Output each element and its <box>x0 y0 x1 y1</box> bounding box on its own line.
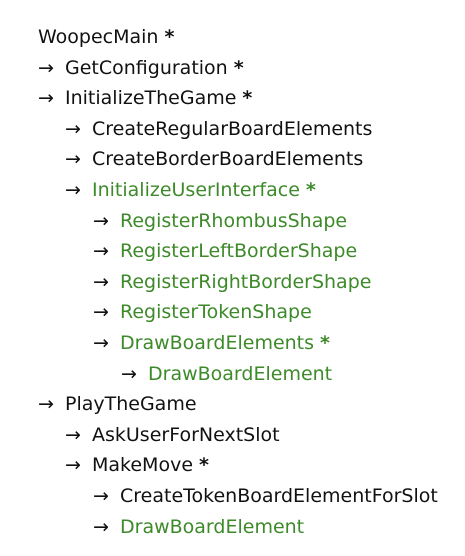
tree-node-label: RegisterRightBorderShape <box>120 270 372 293</box>
arrow-right-icon: → <box>65 423 81 446</box>
tree-node-label: InitializeTheGame <box>65 87 237 110</box>
tree-node-label: PlayTheGame <box>65 393 197 416</box>
arrow-right-icon: → <box>93 209 109 232</box>
tree-node: → RegisterRhombusShape <box>0 206 465 237</box>
tree-node: WoopecMain * <box>0 22 465 53</box>
tree-node-label: AskUserForNextSlot <box>92 423 280 446</box>
tree-node: → CreateBorderBoardElements <box>0 144 465 175</box>
tree-node-label: CreateBorderBoardElements <box>92 148 364 171</box>
arrow-right-icon: → <box>93 484 109 507</box>
tree-node: → RegisterLeftBorderShape <box>0 236 465 267</box>
tree-node: → RegisterRightBorderShape <box>0 267 465 298</box>
expandable-marker: * <box>242 87 253 110</box>
tree-node-label: MakeMove <box>92 454 194 477</box>
arrow-right-icon: → <box>93 270 109 293</box>
expandable-marker: * <box>320 331 330 354</box>
tree-node-label: RegisterRhombusShape <box>120 209 348 232</box>
arrow-right-icon: → <box>65 178 81 201</box>
call-tree: WoopecMain * → GetConfiguration * → Initialize… <box>0 22 465 542</box>
arrow-right-icon: → <box>65 454 81 477</box>
tree-node: → RegisterTokenShape <box>0 297 465 328</box>
tree-node-label: CreateTokenBoardElementForSlot <box>120 484 438 507</box>
tree-node: → PlayTheGame <box>0 389 465 420</box>
arrow-right-icon: → <box>65 148 81 171</box>
tree-node-label: RegisterLeftBorderShape <box>120 240 358 263</box>
tree-node: → CreateRegularBoardElements <box>0 114 465 145</box>
arrow-right-icon: → <box>38 393 54 416</box>
arrow-right-icon: → <box>65 117 81 140</box>
arrow-right-icon: → <box>93 240 109 263</box>
tree-node: → DrawBoardElement <box>0 512 465 543</box>
arrow-right-icon: → <box>93 331 109 354</box>
expandable-marker: * <box>305 178 316 201</box>
arrow-right-icon: → <box>38 56 54 79</box>
tree-node-label: DrawBoardElements <box>120 331 315 354</box>
expandable-marker: * <box>199 454 209 477</box>
tree-node: → DrawBoardElements * <box>0 328 465 359</box>
expandable-marker: * <box>164 26 175 48</box>
tree-node-label: CreateRegularBoardElements <box>92 117 373 140</box>
tree-node-label: DrawBoardElement <box>120 515 305 538</box>
arrow-right-icon: → <box>93 301 109 324</box>
expandable-marker: * <box>233 56 244 79</box>
tree-node-label: RegisterTokenShape <box>120 301 312 324</box>
tree-node: → InitializeTheGame * <box>0 83 465 114</box>
arrow-right-icon: → <box>93 515 109 538</box>
tree-node-label: InitializeUserInterface <box>92 178 300 201</box>
tree-node-label: DrawBoardElement <box>148 362 333 385</box>
tree-node: → GetConfiguration * <box>0 53 465 84</box>
tree-node: → CreateTokenBoardElementForSlot <box>0 481 465 512</box>
tree-node: → InitializeUserInterface * <box>0 175 465 206</box>
tree-node-label: WoopecMain <box>38 26 159 48</box>
arrow-right-icon: → <box>38 87 54 110</box>
tree-node-label: GetConfiguration <box>65 56 228 79</box>
tree-node: → DrawBoardElement <box>0 359 465 390</box>
tree-node: → AskUserForNextSlot <box>0 420 465 451</box>
arrow-right-icon: → <box>121 362 137 385</box>
tree-node: → MakeMove * <box>0 450 465 481</box>
